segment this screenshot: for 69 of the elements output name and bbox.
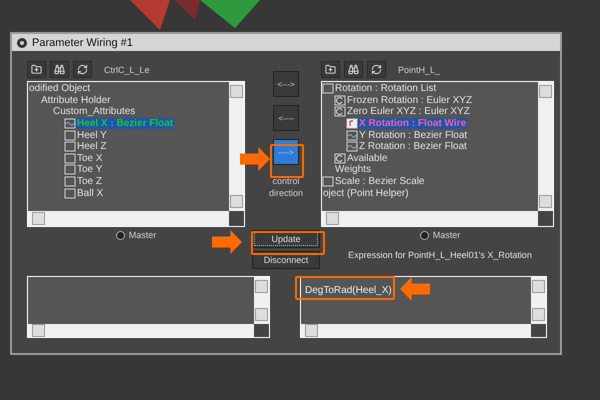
callout-arrow	[400, 277, 430, 301]
tree-item[interactable]: Z Rotation : Bezier Float	[358, 141, 468, 152]
scrollbar-corner	[531, 324, 546, 337]
horizontal-scrollbar[interactable]	[28, 324, 254, 337]
binoculars-icon[interactable]	[50, 61, 69, 78]
controller-icon	[64, 141, 76, 152]
expression-field[interactable]: DegToRad(Heel_X)	[300, 276, 547, 338]
vertical-scrollbar[interactable]	[254, 277, 269, 324]
tree-item[interactable]: Toe X	[76, 152, 104, 164]
tree-item[interactable]: Scale : Bezier Scale	[334, 176, 426, 188]
tree-item[interactable]: odified Object	[28, 83, 92, 94]
folder-up-icon[interactable]	[27, 61, 46, 78]
binoculars-icon[interactable]	[344, 61, 363, 78]
tree-item[interactable]: Heel Y	[76, 130, 108, 141]
horizontal-scrollbar[interactable]	[301, 324, 531, 337]
rotation-icon	[334, 106, 346, 118]
tree-item[interactable]: Custom_Attributes	[52, 106, 136, 118]
vertical-scrollbar[interactable]	[229, 82, 244, 211]
folder-up-icon[interactable]	[321, 61, 340, 78]
wire-icon	[346, 118, 358, 130]
tree-item[interactable]: Rotation : Rotation List	[334, 83, 438, 94]
controller-icon	[322, 83, 334, 94]
window-title: Parameter Wiring #1	[32, 36, 133, 48]
tree-item[interactable]: Weights	[334, 164, 372, 176]
vertical-scrollbar[interactable]	[538, 82, 553, 211]
refresh-icon[interactable]	[367, 61, 386, 78]
tree-item[interactable]: Attribute Holder	[40, 94, 112, 106]
direction-button[interactable]: <--->	[273, 71, 299, 97]
controller-icon	[64, 164, 76, 176]
scrollbar-corner	[254, 324, 269, 337]
horizontal-scrollbar[interactable]	[322, 211, 538, 226]
app-icon	[16, 36, 28, 48]
direction-caption: control direction	[268, 175, 304, 199]
tree-item[interactable]: Heel Z	[76, 141, 108, 152]
controller-icon	[64, 176, 76, 188]
refresh-icon[interactable]	[73, 61, 92, 78]
callout-arrow	[240, 147, 270, 171]
tree-item[interactable]: Heel X : Bezier Float	[76, 118, 174, 130]
tree-item[interactable]: Zero Euler XYZ : Euler XYZ	[346, 106, 471, 118]
controller-icon	[64, 188, 76, 199]
scrollbar-corner	[229, 211, 244, 226]
highlight-frame	[270, 144, 304, 178]
controller-icon	[64, 152, 76, 164]
scrollbar-corner	[538, 211, 553, 226]
expression-text: DegToRad(Heel_X)	[305, 285, 392, 296]
vertical-scrollbar[interactable]	[531, 277, 546, 324]
direction-button[interactable]: <----	[273, 105, 299, 131]
tree-item[interactable]: oject (Point Helper)	[322, 188, 410, 199]
rotation-icon	[334, 152, 346, 164]
controller-icon	[64, 130, 76, 141]
tree-item[interactable]: Ball X	[76, 188, 104, 199]
tree-item[interactable]: Frozen Rotation : Euler XYZ	[346, 94, 474, 106]
curve-icon	[64, 118, 76, 130]
rotation-icon	[334, 94, 346, 106]
horizontal-scrollbar[interactable]	[28, 211, 229, 226]
text-area[interactable]	[27, 276, 270, 338]
callout-arrow	[212, 230, 242, 254]
master-radio[interactable]: Master	[420, 230, 460, 240]
tree-item[interactable]: Toe Y	[76, 164, 104, 176]
expression-label: Expression for PointH_L_Heel01's X_Rotation	[348, 250, 532, 260]
tree-item[interactable]: Available	[346, 152, 388, 164]
curve-icon	[346, 141, 358, 152]
tree-item[interactable]: Y Rotation : Bezier Float	[358, 130, 468, 141]
object-name: CtrlC_L_Le	[104, 64, 150, 74]
tree-item[interactable]: Toe Z	[76, 176, 104, 188]
controller-icon	[322, 176, 334, 188]
curve-icon	[346, 130, 358, 141]
master-radio[interactable]: Master	[116, 230, 156, 240]
object-name: PointH_L_	[398, 64, 440, 74]
